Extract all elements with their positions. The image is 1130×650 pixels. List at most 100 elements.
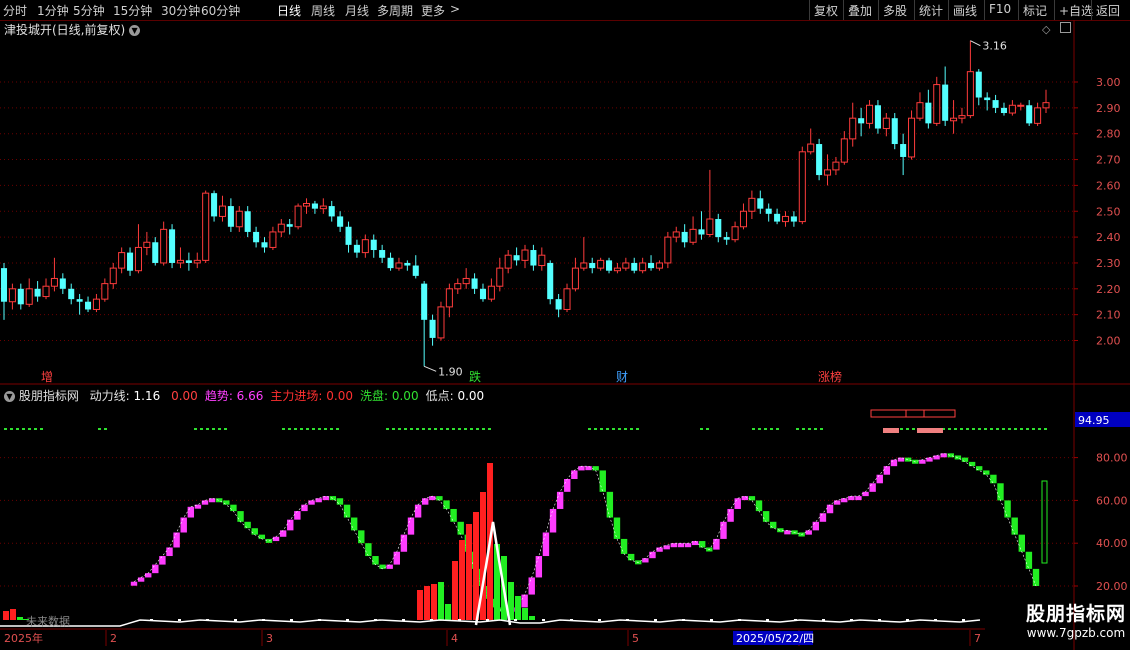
trend-step	[983, 470, 990, 475]
latest-signal-bar	[1041, 480, 1048, 564]
price-tick-label: 2.50	[1096, 205, 1121, 218]
momentum-dot	[906, 619, 909, 621]
signal-dot	[808, 428, 811, 430]
trend-step	[713, 538, 720, 550]
signal-dot	[1014, 428, 1017, 430]
candle-body-up	[908, 117, 916, 158]
trend-step	[443, 500, 450, 509]
candle-body-down	[337, 216, 344, 227]
signal-dot	[606, 428, 609, 430]
signal-dot	[4, 428, 7, 430]
candle-body-up	[1008, 104, 1016, 114]
candle-body-down	[858, 118, 865, 124]
signal-dot	[1044, 428, 1047, 430]
indicator-tick-label: 60.00	[1096, 494, 1128, 507]
candle-body-up	[118, 252, 126, 269]
candle-body-down	[169, 229, 176, 263]
trend-step	[684, 543, 692, 548]
current-value-label: 94.95	[1078, 414, 1110, 427]
trend-step	[521, 594, 528, 608]
candle-body-up	[597, 259, 605, 269]
candle-body-down	[34, 288, 41, 297]
signal-pink-block	[917, 428, 943, 433]
trend-step	[173, 532, 180, 548]
signal-dot	[820, 428, 823, 430]
trend-step	[372, 556, 379, 565]
trend-step	[180, 517, 187, 533]
watermark-url: www.7gpzb.com	[1026, 626, 1126, 640]
signal-dot	[1002, 428, 1005, 430]
candle-body-up	[1042, 102, 1050, 109]
momentum-bar	[466, 524, 472, 620]
trend-step	[1025, 551, 1033, 569]
momentum-line	[0, 619, 981, 627]
trend-step	[386, 564, 393, 569]
momentum-dot	[458, 619, 461, 621]
price-tick-label: 2.90	[1096, 102, 1121, 115]
signal-dot	[990, 428, 993, 430]
momentum-dot	[542, 619, 545, 621]
momentum-bar	[417, 590, 423, 620]
candle-body-down	[942, 84, 949, 121]
candle-body-up	[1017, 104, 1025, 107]
momentum-bar	[424, 586, 430, 620]
trend-step	[258, 534, 266, 539]
candle-body-down	[513, 255, 520, 261]
trend-step	[393, 551, 400, 565]
candle-body-down	[0, 268, 8, 302]
momentum-dot	[822, 619, 825, 621]
momentum-bar	[452, 561, 458, 620]
trend-step	[187, 506, 195, 518]
trend-step	[947, 453, 954, 458]
signal-dot	[906, 428, 909, 430]
candle-body-up	[25, 288, 33, 305]
signal-dot	[960, 428, 963, 430]
signal-dot	[318, 428, 321, 430]
stock-chart[interactable]: 3.00 2.90 2.80 2.70 2.60 2.50 2.40 2.30 2.20 2.10…	[0, 0, 1130, 650]
candle-body-down	[471, 278, 478, 289]
signal-dot	[434, 428, 437, 430]
candle-body-up	[193, 259, 201, 264]
candle-body-down	[723, 237, 730, 240]
price-tick-label: 2.80	[1096, 128, 1121, 141]
momentum-dot	[766, 619, 769, 621]
momentum-dot	[486, 619, 489, 621]
momentum-bar	[459, 540, 465, 620]
signal-dot	[294, 428, 297, 430]
signal-dot	[1032, 428, 1035, 430]
signal-dot	[416, 428, 419, 430]
signal-dot	[758, 428, 761, 430]
trend-step	[201, 500, 209, 505]
signal-dot	[1026, 428, 1029, 430]
trend-step	[841, 498, 848, 503]
signal-dot	[814, 428, 817, 430]
trend-step	[585, 466, 592, 471]
signal-dot	[470, 428, 473, 430]
signal-dot	[1020, 428, 1023, 430]
signal-dot	[422, 428, 425, 430]
trend-step	[301, 504, 308, 512]
momentum-dot	[934, 619, 937, 621]
signal-dot	[104, 428, 107, 430]
trend-step	[237, 511, 244, 522]
signal-dot	[410, 428, 413, 430]
signal-dot	[336, 428, 339, 430]
trend-step	[230, 504, 237, 512]
trend-step	[457, 521, 464, 535]
trend-step	[436, 496, 443, 501]
candle-body-up	[731, 226, 739, 241]
candle-body-up	[840, 138, 848, 163]
candle-body-down	[900, 144, 907, 157]
momentum-bar	[10, 609, 16, 620]
signal-dot	[398, 428, 401, 430]
candle-body-down	[328, 206, 335, 217]
trend-step	[343, 504, 351, 518]
momentum-bar	[431, 584, 437, 620]
trend-step	[848, 496, 855, 501]
trend-step	[1011, 517, 1018, 535]
price-tick-label: 2.10	[1096, 309, 1121, 322]
candle-body-down	[85, 301, 92, 310]
momentum-bar	[3, 611, 9, 620]
signal-dot	[28, 428, 31, 430]
candle-body-up	[563, 288, 571, 310]
